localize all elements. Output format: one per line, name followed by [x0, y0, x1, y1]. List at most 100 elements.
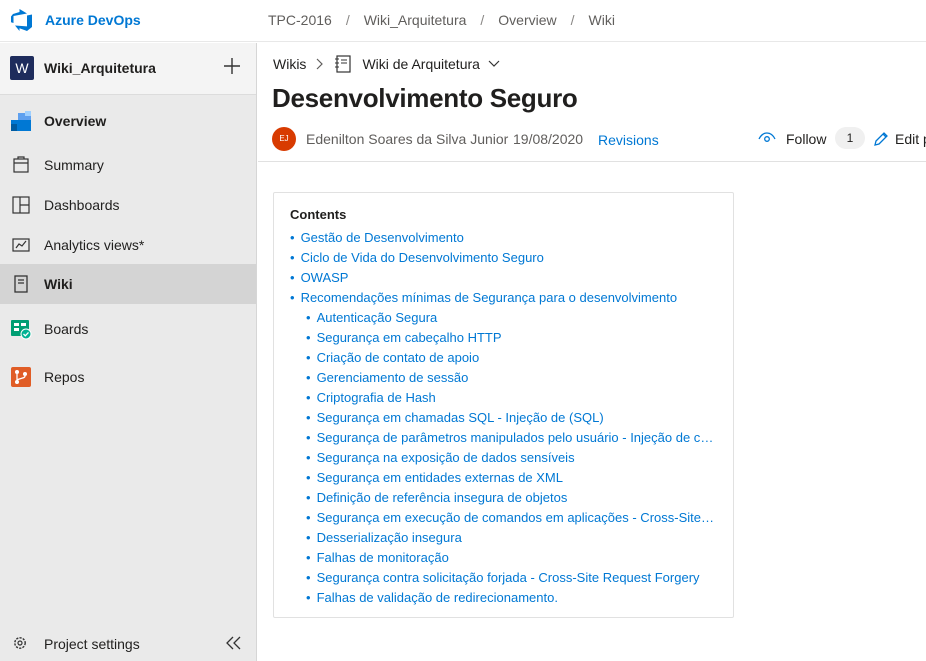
- bullet: •: [306, 450, 311, 465]
- sidebar-item-overview[interactable]: Overview: [0, 101, 256, 141]
- project-name[interactable]: Wiki_Arquitetura: [44, 60, 156, 76]
- toc-item-label: Ciclo de Vida do Desenvolvimento Seguro: [300, 250, 544, 265]
- bullet: •: [306, 430, 311, 445]
- breadcrumb-separator: /: [570, 12, 575, 28]
- page-date: 19/08/2020: [513, 131, 584, 147]
- edit-button[interactable]: Edit p: [895, 131, 926, 147]
- sidebar-item-analytics-views[interactable]: Analytics views*: [0, 225, 256, 265]
- toc-item[interactable]: • Segurança de parâmetros manipulados pel…: [290, 428, 715, 448]
- toc-item[interactable]: • Recomendações mínimas de Segurança para…: [290, 288, 715, 308]
- eye-icon[interactable]: [758, 131, 776, 145]
- divider: [258, 161, 926, 162]
- toc-item[interactable]: • Criptografia de Hash: [290, 388, 715, 408]
- azure-devops-logo-icon[interactable]: [10, 9, 34, 33]
- boards-icon: [11, 320, 32, 340]
- toc-item-label: OWASP: [300, 270, 349, 285]
- bullet: •: [306, 550, 311, 565]
- bullet: •: [306, 470, 311, 485]
- toc-item[interactable]: • Desserialização insegura: [290, 528, 715, 548]
- wiki-book-icon: [335, 55, 352, 73]
- toc-item[interactable]: • Segurança em chamadas SQL - Injeção de …: [290, 408, 715, 428]
- bullet: •: [290, 230, 295, 245]
- bullet: •: [306, 570, 311, 585]
- toc-title: Contents: [290, 207, 347, 222]
- gear-icon: [14, 637, 26, 649]
- toc-item[interactable]: • Segurança na exposição de dados sensíve…: [290, 448, 715, 468]
- sidebar-item-dashboards[interactable]: Dashboards: [0, 185, 256, 225]
- revisions-link[interactable]: Revisions: [598, 132, 659, 148]
- avatar[interactable]: EJ: [272, 127, 296, 151]
- page-meta: EJ Edenilton Soares da Silva Junior 19/0…: [272, 127, 926, 151]
- analytics-icon: [12, 238, 30, 252]
- toc-item[interactable]: • Falhas de monitoração: [290, 548, 715, 568]
- app-name[interactable]: Azure DevOps: [45, 12, 141, 28]
- toc-item-label: Segurança em execução de comandos em apl…: [316, 510, 715, 525]
- toc-item[interactable]: • Definição de referência insegura de obj…: [290, 488, 715, 508]
- toc-item[interactable]: • Criação de contato de apoio: [290, 348, 715, 368]
- chevron-right-icon: [317, 58, 324, 70]
- toc-item[interactable]: • Ciclo de Vida do Desenvolvimento Seguro: [290, 248, 715, 268]
- toc-list: • Gestão de Desenvolvimento • Ciclo de Vida…: [290, 228, 717, 608]
- chevron-down-icon[interactable]: [488, 60, 500, 68]
- breadcrumb: TPC-2016 / Wiki_Arquitetura / Overview /…: [268, 12, 629, 28]
- toc-item-label: Recomendações mínimas de Segurança para …: [300, 290, 678, 305]
- toc-item[interactable]: • Autenticação Segura: [290, 308, 715, 328]
- sidebar: W Wiki_Arquitetura Overview Summary Dash…: [0, 43, 257, 661]
- breadcrumb-item[interactable]: TPC-2016: [268, 12, 332, 28]
- breadcrumb-item[interactable]: Wiki: [589, 12, 615, 28]
- sidebar-item-repos[interactable]: Repos: [0, 357, 256, 397]
- bullet: •: [306, 310, 311, 325]
- plus-icon[interactable]: [221, 55, 243, 77]
- project-settings-button[interactable]: Project settings: [0, 625, 256, 661]
- sidebar-item-label: Summary: [44, 157, 104, 173]
- wiki-selector[interactable]: Wiki de Arquitetura: [362, 56, 480, 72]
- toc-item-label: Gestão de Desenvolvimento: [300, 230, 464, 245]
- sidebar-item-boards[interactable]: Boards: [0, 309, 256, 349]
- breadcrumb-item[interactable]: Overview: [498, 12, 556, 28]
- toc-item[interactable]: • Segurança em entidades externas de XML: [290, 468, 715, 488]
- sidebar-item-label: Wiki: [44, 276, 73, 292]
- bullet: •: [306, 410, 311, 425]
- sidebar-item-summary[interactable]: Summary: [0, 145, 256, 185]
- toc-item-label: Segurança em chamadas SQL - Injeção de (…: [316, 410, 604, 425]
- table-of-contents: Contents • Gestão de Desenvolvimento • Cicl…: [273, 192, 734, 618]
- sidebar-item-label: Dashboards: [44, 197, 120, 213]
- toc-item[interactable]: • OWASP: [290, 268, 715, 288]
- bullet: •: [290, 270, 295, 285]
- repos-icon: [11, 367, 31, 387]
- bullet: •: [290, 290, 295, 305]
- wikis-link[interactable]: Wikis: [273, 56, 306, 72]
- follow-button[interactable]: Follow: [786, 131, 826, 147]
- bullet: •: [306, 390, 311, 405]
- breadcrumb-item[interactable]: Wiki_Arquitetura: [364, 12, 467, 28]
- toc-item[interactable]: • Gerenciamento de sessão: [290, 368, 715, 388]
- pencil-icon[interactable]: [873, 131, 889, 147]
- toc-item[interactable]: • Segurança em cabeçalho HTTP: [290, 328, 715, 348]
- dashboards-icon: [12, 196, 30, 214]
- bullet: •: [306, 370, 311, 385]
- bullet: •: [290, 250, 295, 265]
- collapse-sidebar-icon[interactable]: [224, 634, 242, 652]
- toc-item[interactable]: • Falhas de validação de redirecionamento…: [290, 588, 715, 608]
- wiki-breadcrumb: Wikis Wiki de Arquitetura: [273, 55, 500, 73]
- wiki-icon: [14, 275, 28, 293]
- sidebar-item-wiki[interactable]: Wiki: [0, 264, 256, 304]
- toc-item[interactable]: • Segurança em execução de comandos em ap…: [290, 508, 715, 528]
- top-bar: Azure DevOps TPC-2016 / Wiki_Arquitetura…: [0, 0, 926, 42]
- toc-item-label: Segurança de parâmetros manipulados pelo…: [316, 430, 715, 445]
- bullet: •: [306, 490, 311, 505]
- follow-count-badge: 1: [835, 127, 865, 149]
- toc-item[interactable]: • Segurança contra solicitação forjada - …: [290, 568, 715, 588]
- main-content: Wikis Wiki de Arquitetura Desenvolviment…: [258, 43, 926, 661]
- toc-item-label: Autenticação Segura: [316, 310, 438, 325]
- toc-item-label: Criação de contato de apoio: [316, 350, 480, 365]
- toc-item-label: Falhas de validação de redirecionamento.: [316, 590, 558, 605]
- sidebar-item-label: Repos: [44, 369, 85, 385]
- sidebar-item-label: Analytics views*: [44, 237, 145, 253]
- toc-item[interactable]: • Gestão de Desenvolvimento: [290, 228, 715, 248]
- project-header[interactable]: W Wiki_Arquitetura: [0, 43, 256, 95]
- author-name: Edenilton Soares da Silva Junior: [306, 131, 509, 147]
- sidebar-item-label: Overview: [44, 113, 107, 129]
- breadcrumb-separator: /: [345, 12, 350, 28]
- page-title: Desenvolvimento Seguro: [272, 83, 578, 113]
